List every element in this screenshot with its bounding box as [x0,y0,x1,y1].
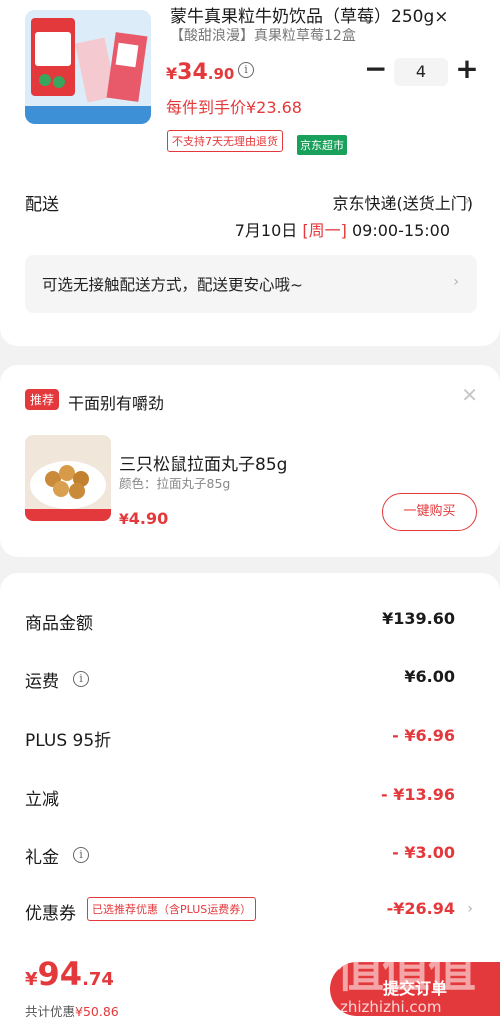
summary-label: 运费 [25,672,59,692]
quantity-increase-button[interactable]: + [455,55,479,83]
summary-row-discount: 立减 - ¥13.96 [0,785,500,815]
product-card: 蒙牛真果粒牛奶饮品（草莓）250g× 【酸甜浪漫】真果粒草莓12盒 ¥34.90… [0,0,500,346]
shipping-info-icon[interactable]: i [73,671,89,687]
price-integer: 34 [177,60,208,85]
recommend-badge: 推荐 [25,389,60,410]
unit-price: 每件到手价¥23.68 [166,98,302,117]
summary-value: -¥26.94 [386,899,455,918]
summary-row-gift: 礼金 i - ¥3.00 [0,843,500,873]
summary-row-coupon[interactable]: 优惠券 已选推荐优惠（含PLUS运费券） -¥26.94 › [0,897,500,929]
quantity-decrease-button[interactable]: − [364,55,387,83]
summary-label: 商品金额 [25,614,93,634]
product-image[interactable] [25,10,151,124]
savings-amount: ¥50.86 [75,1004,119,1019]
chevron-right-icon: › [467,901,473,917]
delivery-window: 09:00-15:00 [352,221,450,240]
delivery-chevron-icon: › [464,193,470,209]
contactless-text: 可选无接触配送方式，配送更安心哦~ [42,276,303,294]
product-spec[interactable]: 【酸甜浪漫】真果粒草莓12盒 [170,25,356,45]
chevron-right-icon: › [453,274,459,290]
product-title[interactable]: 蒙牛真果粒牛奶饮品（草莓）250g× [170,2,470,27]
rec-price-value: 4.90 [128,509,169,528]
recommend-card: 推荐 干面别有嚼劲 ✕ 三只松鼠拉面丸子85g 颜色：拉面丸子85g ¥4.90… [0,365,500,557]
jd-supermarket-tag: 京东超市 [297,135,347,155]
total-decimal: .74 [82,969,114,990]
no-return-tag: 不支持7天无理由退货 [167,130,283,152]
recommend-product-price: ¥4.90 [119,509,168,528]
summary-value: ¥6.00 [404,667,455,686]
rec-price-currency: ¥ [119,512,129,528]
product-price: ¥34.90 [166,60,234,85]
recommend-product-color: 颜色：拉面丸子85g [119,476,231,491]
price-decimal: .90 [207,65,235,83]
summary-row-goods: 商品金额 ¥139.60 [0,609,500,639]
watermark-logo: 值值值 [336,942,476,998]
watermark-url: zhizhizhi.com [340,998,442,1016]
recommend-title: 干面别有嚼劲 [68,394,165,413]
summary-label: PLUS 95折 [25,731,112,751]
price-info-icon[interactable]: i [238,62,254,78]
contactless-delivery-option[interactable]: 可选无接触配送方式，配送更安心哦~ › [25,255,477,313]
savings-label: 共计优惠 [25,1004,76,1019]
quantity-input[interactable]: 4 [394,58,448,86]
delivery-weekday: 周一 [308,221,341,240]
delivery-method[interactable]: 京东快递(送货上门) [333,190,474,214]
recommend-product-name[interactable]: 三只松鼠拉面丸子85g [119,450,287,475]
summary-value: - ¥3.00 [392,843,455,862]
recommend-product-image[interactable] [25,435,111,521]
delivery-time[interactable]: 7月10日 [周一] 09:00-15:00 [235,217,450,241]
close-icon[interactable]: ✕ [461,383,478,407]
delivery-label: 配送 [25,195,59,215]
one-click-buy-button[interactable]: 一键购买 [382,493,477,531]
total-currency: ¥ [25,969,38,990]
order-total: ¥94.74 [25,955,114,993]
total-integer: 94 [37,955,83,993]
summary-value: - ¥13.96 [381,785,455,804]
summary-label: 立减 [25,790,59,810]
gift-info-icon[interactable]: i [73,847,89,863]
summary-value: ¥139.60 [382,609,455,628]
coupon-selected-chip: 已选推荐优惠（含PLUS运费券） [87,897,257,921]
summary-label: 礼金 [25,848,59,868]
summary-row-shipping: 运费 i ¥6.00 [0,667,500,697]
weekday-bracket-close: ] [340,221,347,240]
total-savings: 共计优惠¥50.86 [25,1001,119,1020]
delivery-date: 7月10日 [234,221,298,240]
summary-value: - ¥6.96 [392,726,455,745]
price-currency: ¥ [166,64,178,83]
summary-label: 优惠券 [25,904,76,924]
summary-row-plus: PLUS 95折 - ¥6.96 [0,726,500,756]
